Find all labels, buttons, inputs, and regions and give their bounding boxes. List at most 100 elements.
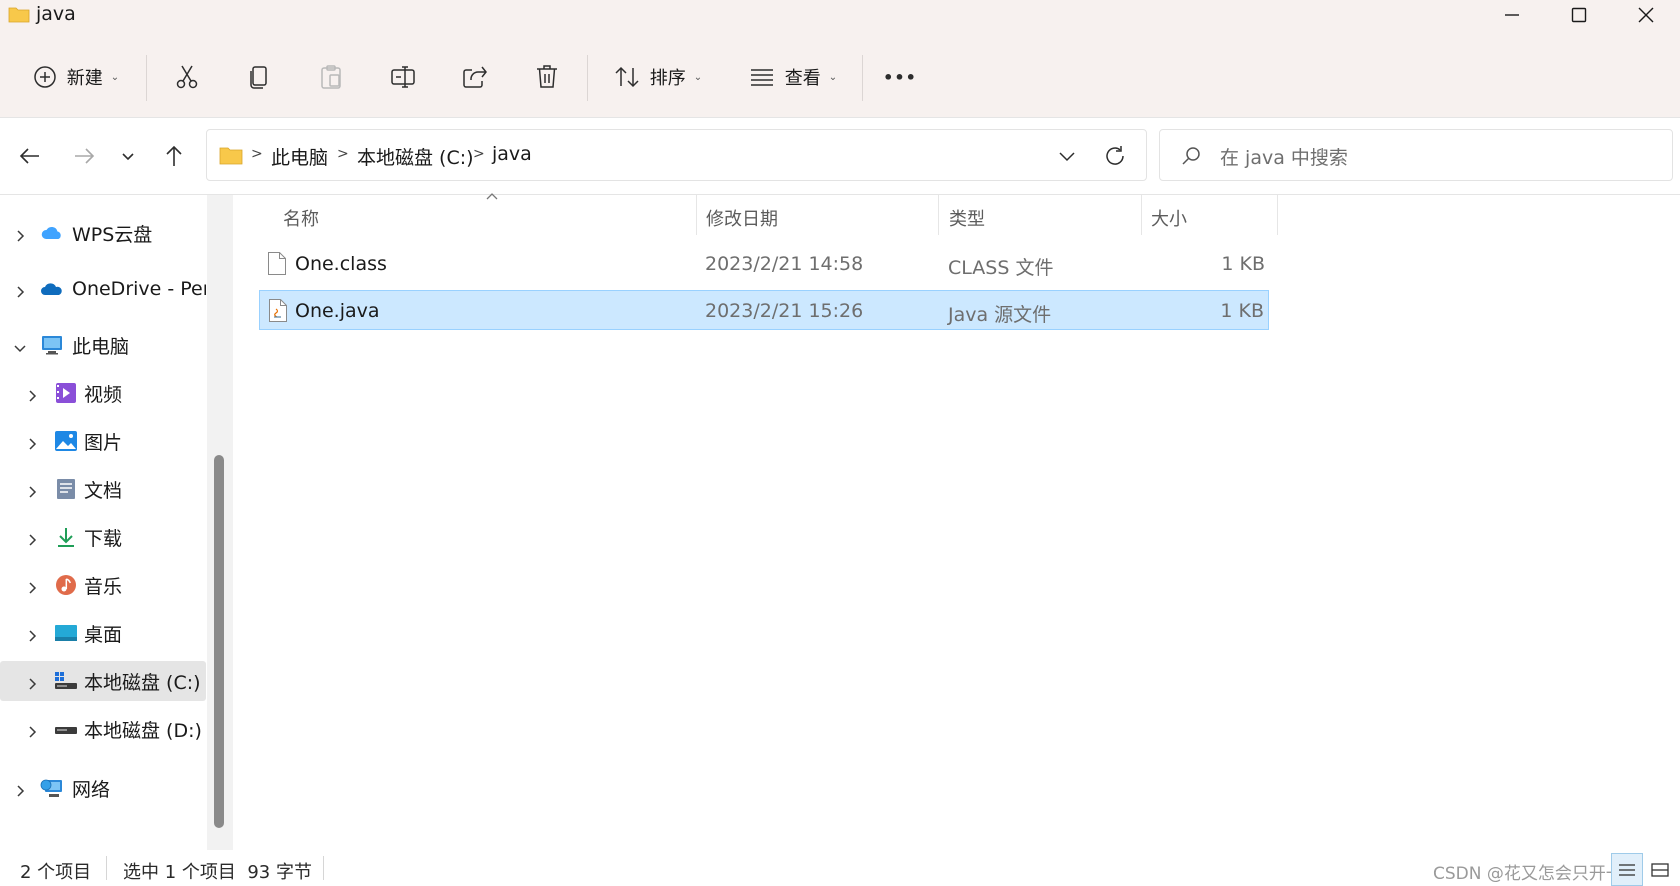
view-button[interactable]: 查看 ⌄ (743, 57, 843, 97)
forward-button[interactable] (66, 138, 102, 174)
file-type: Java 源文件 (948, 304, 1052, 326)
tiles-view-icon (1651, 862, 1669, 877)
column-divider[interactable] (1277, 195, 1278, 235)
back-button[interactable] (12, 138, 48, 174)
details-view-icon (1619, 863, 1635, 876)
more-button[interactable]: ••• (880, 57, 920, 97)
drive-d-icon (55, 727, 77, 734)
chevron-right-icon (26, 387, 38, 402)
chevron-down-icon (1059, 152, 1075, 162)
navigation-row: > 此电脑 > 本地磁盘 (C:) > java 在 java 中搜索 (0, 117, 1680, 195)
column-divider[interactable] (938, 195, 939, 235)
pictures-icon (55, 431, 77, 451)
share-button[interactable] (455, 57, 495, 97)
column-header-size[interactable]: 大小 (1151, 205, 1187, 231)
recent-locations-button[interactable] (110, 138, 146, 174)
file-row[interactable]: One.java 2023/2/21 15:26 Java 源文件 1 KB (259, 290, 1269, 330)
title-bar: java (0, 0, 1680, 30)
sidebar-item-downloads[interactable]: 下载 (0, 517, 206, 557)
sidebar-item-drive-c[interactable]: 本地磁盘 (C:) (0, 661, 206, 701)
maximize-button[interactable] (1545, 0, 1613, 30)
sidebar-scrollbar[interactable] (214, 455, 224, 828)
more-icon: ••• (883, 67, 917, 87)
watermark-text: CSDN @花又怎会只开一季 (1433, 864, 1640, 884)
toolbar-divider (862, 55, 863, 101)
sidebar-item-wps-cloud[interactable]: WPS云盘 (0, 213, 206, 253)
breadcrumb-drive-c[interactable]: 本地磁盘 (C:) (357, 143, 474, 170)
sidebar-item-music[interactable]: 音乐 (0, 565, 206, 605)
chevron-right-icon (26, 483, 38, 498)
chevron-right-icon (14, 283, 26, 298)
new-button[interactable]: 新建 ⌄ (26, 57, 126, 97)
chevron-right-icon (14, 782, 26, 797)
chevron-right-icon (26, 675, 38, 690)
copy-button[interactable] (239, 57, 279, 97)
sidebar-item-desktop[interactable]: 桌面 (0, 613, 206, 653)
drive-c-icon (55, 672, 77, 689)
sidebar-item-drive-d[interactable]: 本地磁盘 (D:) (0, 709, 206, 749)
breadcrumb-java[interactable]: java (492, 143, 532, 165)
breadcrumb-this-pc[interactable]: 此电脑 (271, 143, 328, 170)
breadcrumb-separator: > (251, 146, 263, 162)
sidebar-item-onedrive[interactable]: OneDrive - Pers (0, 269, 206, 309)
sort-button[interactable]: 排序 ⌄ (608, 57, 708, 97)
sidebar-item-label: OneDrive - Pers (72, 278, 206, 300)
sidebar-item-this-pc[interactable]: 此电脑 (0, 325, 206, 365)
address-history-button[interactable] (1055, 144, 1079, 168)
details-view-button[interactable] (1611, 853, 1643, 886)
item-count: 2 个项目 (20, 862, 92, 883)
refresh-button[interactable] (1101, 142, 1129, 170)
delete-icon (537, 65, 557, 88)
cut-button[interactable] (167, 57, 207, 97)
chevron-down-icon: ⌄ (110, 71, 120, 83)
sidebar-item-label: 视频 (84, 383, 123, 406)
file-modified: 2023/2/21 15:26 (705, 300, 864, 322)
close-button[interactable] (1612, 0, 1680, 30)
tiles-view-button[interactable] (1644, 853, 1676, 886)
status-divider (106, 856, 107, 880)
column-header-name[interactable]: 名称 (283, 205, 319, 231)
minimize-button[interactable] (1478, 0, 1546, 30)
chevron-down-icon (14, 339, 26, 353)
chevron-right-icon (26, 531, 38, 546)
delete-button[interactable] (527, 57, 567, 97)
up-button[interactable] (156, 138, 192, 174)
column-header-type[interactable]: 类型 (949, 205, 985, 231)
sort-icon (615, 66, 639, 88)
selection-info: 选中 1 个项目 93 字节 (123, 862, 312, 883)
sidebar-item-label: 桌面 (84, 623, 123, 646)
cut-icon (176, 65, 198, 89)
status-bar: 2 个项目 选中 1 个项目 93 字节 CSDN @花又怎会只开一季 (0, 850, 1680, 886)
file-row[interactable]: One.class 2023/2/21 14:58 CLASS 文件 1 KB (259, 244, 1269, 284)
toolbar-divider (587, 55, 588, 101)
sidebar-item-label: 本地磁盘 (C:) (84, 671, 201, 694)
sidebar-item-label: 下载 (84, 527, 123, 550)
sidebar-item-pictures[interactable]: 图片 (0, 421, 206, 461)
arrow-up-icon (166, 145, 182, 166)
column-divider[interactable] (1141, 195, 1142, 235)
paste-icon (321, 65, 341, 89)
sidebar-item-label: 音乐 (84, 575, 123, 598)
column-divider[interactable] (696, 195, 697, 235)
navigation-pane: WPS云盘 OneDrive - Pers 此电脑 视频 图片 文档 下载 音乐… (0, 195, 207, 845)
column-header-modified[interactable]: 修改日期 (706, 205, 778, 231)
sidebar-item-documents[interactable]: 文档 (0, 469, 206, 509)
sort-ascending-icon (486, 193, 498, 200)
view-label: 查看 (784, 68, 821, 89)
rename-button[interactable] (383, 57, 423, 97)
sidebar-item-videos[interactable]: 视频 (0, 373, 206, 413)
file-name: One.java (295, 300, 380, 322)
address-bar[interactable]: > 此电脑 > 本地磁盘 (C:) > java (206, 129, 1147, 181)
breadcrumb-separator: > (337, 146, 349, 162)
network-icon (40, 779, 62, 797)
file-type: CLASS 文件 (948, 257, 1054, 279)
paste-button[interactable] (311, 57, 351, 97)
documents-icon (57, 479, 75, 499)
search-input[interactable]: 在 java 中搜索 (1159, 129, 1673, 181)
sidebar-item-network[interactable]: 网络 (0, 768, 206, 808)
file-list: 名称 修改日期 类型 大小 One.class 2023/2/21 14:58 … (233, 193, 1680, 850)
java-file-icon (269, 299, 287, 322)
chevron-down-icon: ⌄ (693, 71, 703, 83)
search-placeholder: 在 java 中搜索 (1220, 147, 1348, 169)
arrow-left-icon (19, 148, 39, 164)
